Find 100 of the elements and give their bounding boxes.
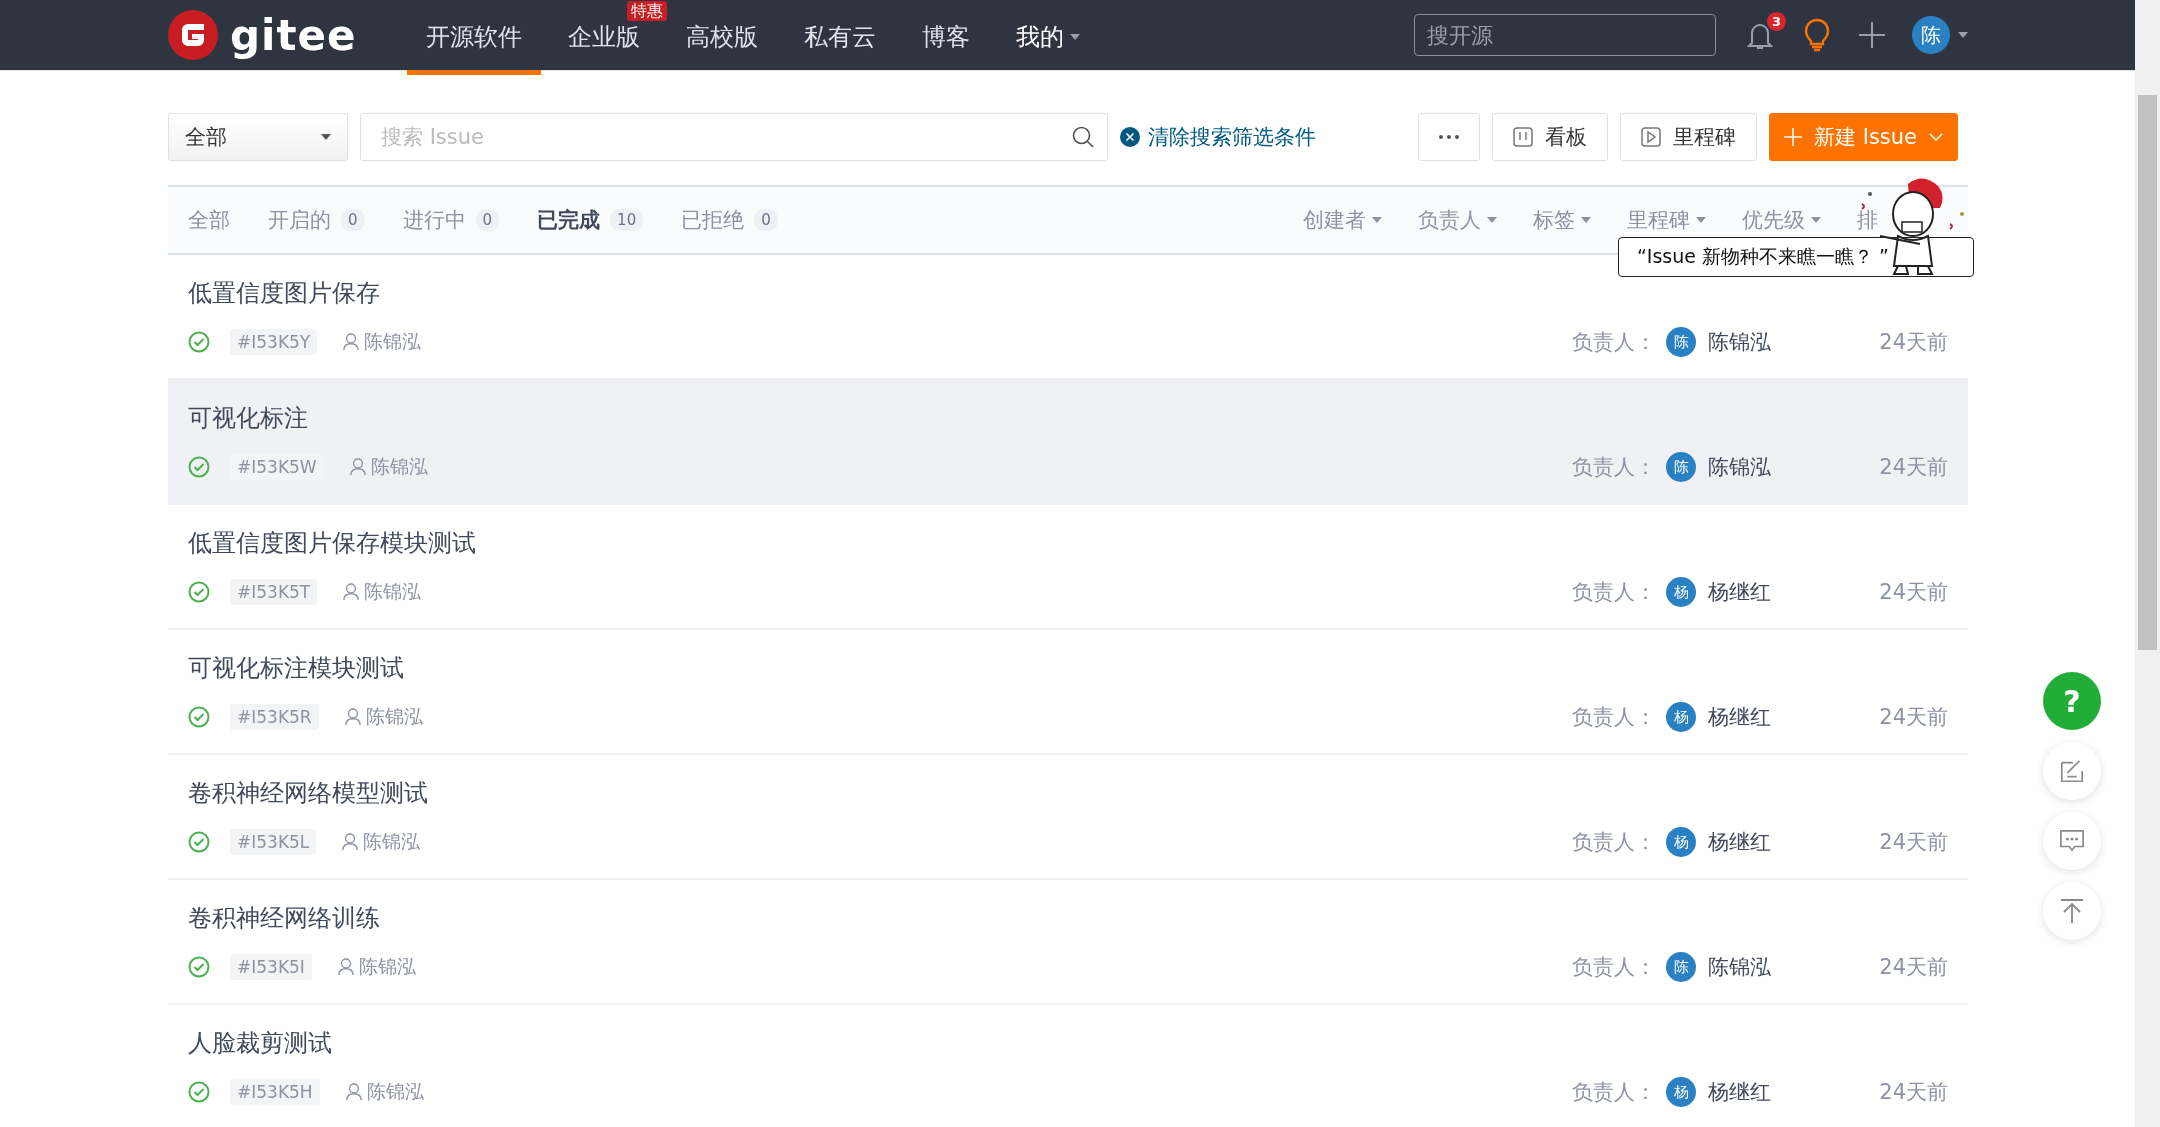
clear-filters-link[interactable]: 清除搜索筛选条件 [1148,123,1316,151]
updated-time: 24天前 [1878,829,1948,856]
issue-id: #I53K5H [230,1079,320,1105]
check-circle-icon [188,331,210,353]
status-tab[interactable]: 开启的 0 [268,206,365,234]
lightbulb-icon[interactable] [1802,18,1832,52]
user-avatar[interactable]: 陈 [1912,16,1950,54]
tab-count: 10 [610,209,644,231]
nav-item[interactable]: 博客 [902,22,989,75]
back-to-top-button[interactable] [2043,882,2101,940]
updated-time: 24天前 [1878,704,1948,731]
issue-id: #I53K5T [230,579,318,605]
issue-id: #I53K5I [230,954,312,980]
user-icon [343,583,360,601]
logo-text[interactable]: gitee [230,10,357,60]
assignee-name[interactable]: 陈锦泓 [1708,453,1848,481]
feedback-button[interactable] [2043,742,2101,800]
scope-dropdown[interactable]: 全部 [168,113,348,161]
check-circle-icon [188,706,210,728]
issue-title[interactable]: 可视化标注 [188,402,1948,434]
assignee-avatar[interactable]: 杨 [1666,702,1696,732]
tab-count: 0 [475,209,500,231]
status-tab[interactable]: 已完成 10 [537,206,644,234]
issue-search-field[interactable]: 搜索 Issue [360,113,1108,161]
assignee-name[interactable]: 杨继红 [1708,703,1848,731]
updated-time: 24天前 [1878,329,1948,356]
assignee-name[interactable]: 杨继红 [1708,578,1848,606]
user-icon [344,708,361,726]
more-icon [1439,135,1459,139]
board-icon [1513,127,1533,147]
check-circle-icon [188,831,210,853]
issue-title[interactable]: 卷积神经网络训练 [188,902,1948,934]
assignee-label: 负责人： [1572,704,1656,731]
assignee-label: 负责人： [1572,329,1656,356]
gitee-logo-icon[interactable] [168,10,218,60]
chevron-icon [1929,133,1943,141]
search-icon[interactable] [1072,126,1094,148]
status-tab[interactable]: 进行中 0 [402,206,500,234]
notification-count: 3 [1767,12,1786,31]
check-circle-icon [188,956,210,978]
user-icon [343,333,360,351]
assignee-avatar[interactable]: 杨 [1666,577,1696,607]
tab-count: 0 [341,209,365,231]
user-icon [345,1083,362,1101]
issue-id: #I53K5R [230,704,319,730]
issue-title[interactable]: 人脸裁剪测试 [188,1027,1948,1059]
issue-title[interactable]: 低置信度图片保存模块测试 [188,527,1948,559]
issue-title[interactable]: 低置信度图片保存 [188,277,1948,309]
issue-id: #I53K5L [230,829,317,855]
assignee-label: 负责人： [1572,829,1656,856]
updated-time: 24天前 [1878,454,1948,481]
issue-title[interactable]: 可视化标注模块测试 [188,652,1948,684]
search-field[interactable]: 搜开源 [1414,14,1716,56]
user-icon [349,458,366,476]
assignee-label: 负责人： [1572,954,1656,981]
board-button[interactable]: 看板 [1492,113,1608,161]
clear-icon[interactable] [1120,127,1140,147]
edit-icon [2059,758,2085,784]
updated-time: 24天前 [1878,954,1948,981]
assignee-avatar[interactable]: 陈 [1666,327,1696,357]
assignee-avatar[interactable]: 杨 [1666,827,1696,857]
caret-icon[interactable] [1958,32,1968,38]
assignee-avatar[interactable]: 陈 [1666,452,1696,482]
nav-item[interactable]: 开源软件 [406,22,541,75]
nav-item[interactable]: 私有云 [784,22,895,75]
assignee-label: 负责人： [1572,579,1656,606]
assignee-label: 负责人： [1572,1079,1656,1106]
nav-item[interactable]: 我的 [996,22,1099,75]
milestone-button[interactable]: 里程碑 [1620,113,1757,161]
assignee-avatar[interactable]: 杨 [1666,1077,1696,1107]
assignee-name[interactable]: 陈锦泓 [1708,328,1848,356]
plus-icon [1784,128,1802,146]
tab-count: 0 [754,209,778,231]
status-tab[interactable]: 已拒绝 0 [681,206,778,234]
check-circle-icon [188,456,210,478]
chat-icon [2059,829,2085,853]
updated-time: 24天前 [1878,1079,1948,1106]
assignee-avatar[interactable]: 陈 [1666,952,1696,982]
promo-bubble[interactable]: “Issue 新物种不来瞧一瞧？ ” [1618,237,1974,277]
issue-id: #I53K5W [230,454,324,480]
check-circle-icon [188,581,210,603]
nav-item[interactable]: 企业版 [548,22,659,75]
issue-id: #I53K5Y [230,329,318,355]
user-icon [342,833,359,851]
top-icon [2059,898,2085,924]
chat-button[interactable] [2043,812,2101,870]
updated-time: 24天前 [1878,579,1948,606]
assignee-label: 负责人： [1572,454,1656,481]
assignee-name[interactable]: 陈锦泓 [1708,953,1848,981]
issue-row[interactable]: 可视化标注 #I53K5W 陈锦泓 负责人： 陈 陈锦泓 24天前 [168,380,1968,505]
assignee-name[interactable]: 杨继红 [1708,828,1848,856]
promo-badge: 特惠 [626,1,667,21]
assignee-name[interactable]: 杨继红 [1708,1078,1848,1106]
nav-item[interactable]: 高校版 [666,22,777,75]
caret-icon [321,134,331,140]
user-icon [337,958,354,976]
check-circle-icon [188,1081,210,1103]
plus-icon[interactable] [1858,21,1886,49]
issue-title[interactable]: 卷积神经网络模型测试 [188,777,1948,809]
scrollbar-thumb[interactable] [2138,95,2157,650]
